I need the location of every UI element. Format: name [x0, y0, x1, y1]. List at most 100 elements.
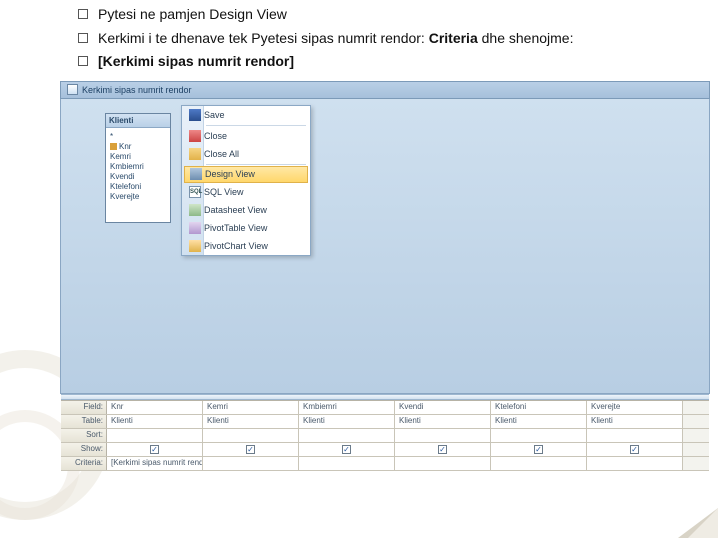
- grid-cell-criteria[interactable]: [Kerkimi sipas numrit rendor]: [107, 457, 203, 470]
- show-checkbox[interactable]: ✓: [534, 445, 543, 454]
- grid-label: Table:: [61, 415, 107, 428]
- grid-cell-sort[interactable]: [491, 429, 587, 442]
- show-checkbox[interactable]: ✓: [630, 445, 639, 454]
- grid-label: Criteria:: [61, 457, 107, 470]
- bullet-box-icon: [78, 9, 88, 19]
- grid-cell-table[interactable]: Klienti: [587, 415, 683, 428]
- grid-cell-table[interactable]: Klienti: [395, 415, 491, 428]
- grid-cell-sort[interactable]: [203, 429, 299, 442]
- bullet-box-icon: [78, 33, 88, 43]
- menu-label: Close All: [204, 149, 239, 159]
- show-checkbox[interactable]: ✓: [150, 445, 159, 454]
- grid-cell-sort[interactable]: [587, 429, 683, 442]
- bullet-text: [Kerkimi sipas numrit rendor]: [98, 53, 294, 71]
- menu-label: PivotTable View: [204, 223, 267, 233]
- datasheet-icon: [189, 204, 201, 216]
- menu-item-datasheet-view[interactable]: Datasheet View: [182, 201, 310, 219]
- fieldlist-title[interactable]: Klienti: [106, 114, 170, 128]
- grid-cell-sort[interactable]: [299, 429, 395, 442]
- menu-label: Datasheet View: [204, 205, 267, 215]
- table-fieldlist[interactable]: Klienti * Knr Kemri Kmbiemri Kvendi Ktel…: [105, 113, 171, 223]
- query-design-surface[interactable]: Klienti * Knr Kemri Kmbiemri Kvendi Ktel…: [60, 99, 710, 394]
- fieldlist-item[interactable]: Kverejte: [110, 192, 166, 201]
- fieldlist-item[interactable]: Kvendi: [110, 172, 166, 181]
- grid-cell-show[interactable]: ✓: [299, 443, 395, 456]
- query-titlebar[interactable]: Kerkimi sipas numrit rendor: [60, 81, 710, 99]
- grid-row-show: Show: ✓ ✓ ✓ ✓ ✓ ✓: [61, 443, 709, 457]
- menu-item-close[interactable]: Close: [182, 127, 310, 145]
- show-checkbox[interactable]: ✓: [342, 445, 351, 454]
- menu-item-pivotchart-view[interactable]: PivotChart View: [182, 237, 310, 255]
- bullet-text-part: dhe shenojme:: [478, 30, 574, 46]
- query-title: Kerkimi sipas numrit rendor: [82, 85, 192, 95]
- menu-item-pivottable-view[interactable]: PivotTable View: [182, 219, 310, 237]
- grid-cell-field[interactable]: Kmbiemri: [299, 401, 395, 414]
- slide-bullets: Pytesi ne pamjen Design View Kerkimi i t…: [0, 0, 720, 81]
- grid-cell-criteria[interactable]: [587, 457, 683, 470]
- design-view-icon: [190, 168, 202, 180]
- folder-icon: [189, 148, 201, 160]
- grid-cell-field[interactable]: Knr: [107, 401, 203, 414]
- fieldlist-item[interactable]: Ktelefoni: [110, 182, 166, 191]
- query-icon: [67, 84, 78, 95]
- grid-cell-sort[interactable]: [395, 429, 491, 442]
- grid-row-criteria: Criteria: [Kerkimi sipas numrit rendor]: [61, 457, 709, 471]
- save-icon: [189, 109, 201, 121]
- grid-cell-field[interactable]: Kverejte: [587, 401, 683, 414]
- menu-separator: [206, 164, 306, 165]
- menu-label: PivotChart View: [204, 241, 268, 251]
- grid-row-sort: Sort:: [61, 429, 709, 443]
- menu-item-save[interactable]: Save: [182, 106, 310, 124]
- menu-separator: [206, 125, 306, 126]
- grid-cell-field[interactable]: Kemri: [203, 401, 299, 414]
- grid-label: Show:: [61, 443, 107, 456]
- fieldlist-item[interactable]: Kemri: [110, 152, 166, 161]
- grid-cell-criteria[interactable]: [299, 457, 395, 470]
- menu-label: SQL View: [204, 187, 244, 197]
- fieldlist-star[interactable]: *: [110, 132, 166, 141]
- grid-cell-table[interactable]: Klienti: [203, 415, 299, 428]
- menu-item-design-view[interactable]: Design View: [184, 166, 308, 183]
- bullet-box-icon: [78, 56, 88, 66]
- fieldlist-body: * Knr Kemri Kmbiemri Kvendi Ktelefoni Kv…: [106, 128, 170, 205]
- grid-cell-show[interactable]: ✓: [395, 443, 491, 456]
- grid-row-table: Table: Klienti Klienti Klienti Klienti K…: [61, 415, 709, 429]
- grid-label: Field:: [61, 401, 107, 414]
- pivotchart-icon: [189, 240, 201, 252]
- bullet-text-bold: Criteria: [429, 30, 478, 46]
- grid-cell-field[interactable]: Ktelefoni: [491, 401, 587, 414]
- grid-cell-show[interactable]: ✓: [203, 443, 299, 456]
- pagecurl-decoration: [678, 508, 718, 538]
- menu-item-sql-view[interactable]: SQLSQL View: [182, 183, 310, 201]
- query-grid: Field: Knr Kemri Kmbiemri Kvendi Ktelefo…: [61, 400, 709, 471]
- bullet-text: Kerkimi i te dhenave tek Pyetesi sipas n…: [98, 30, 573, 48]
- pivottable-icon: [189, 222, 201, 234]
- primarykey-icon: [110, 143, 117, 150]
- grid-cell-criteria[interactable]: [491, 457, 587, 470]
- context-menu: Save Close Close All Design View SQLSQL …: [181, 105, 311, 256]
- grid-cell-table[interactable]: Klienti: [107, 415, 203, 428]
- grid-cell-criteria[interactable]: [395, 457, 491, 470]
- grid-cell-criteria[interactable]: [203, 457, 299, 470]
- grid-cell-show[interactable]: ✓: [587, 443, 683, 456]
- menu-label: Close: [204, 131, 227, 141]
- grid-cell-field[interactable]: Kvendi: [395, 401, 491, 414]
- grid-label: Sort:: [61, 429, 107, 442]
- grid-cell-table[interactable]: Klienti: [299, 415, 395, 428]
- grid-cell-show[interactable]: ✓: [491, 443, 587, 456]
- grid-cell-table[interactable]: Klienti: [491, 415, 587, 428]
- menu-label: Save: [204, 110, 225, 120]
- show-checkbox[interactable]: ✓: [246, 445, 255, 454]
- bullet-text-part: Kerkimi i te dhenave tek Pyetesi sipas n…: [98, 30, 429, 46]
- show-checkbox[interactable]: ✓: [438, 445, 447, 454]
- sql-icon: SQL: [189, 186, 201, 198]
- grid-row-field: Field: Knr Kemri Kmbiemri Kvendi Ktelefo…: [61, 401, 709, 415]
- fieldlist-label: Knr: [119, 142, 131, 151]
- close-icon: [189, 130, 201, 142]
- bullet-text: Pytesi ne pamjen Design View: [98, 6, 287, 24]
- grid-cell-show[interactable]: ✓: [107, 443, 203, 456]
- fieldlist-item[interactable]: Kmbiemri: [110, 162, 166, 171]
- menu-item-close-all[interactable]: Close All: [182, 145, 310, 163]
- fieldlist-item[interactable]: Knr: [110, 142, 166, 151]
- grid-cell-sort[interactable]: [107, 429, 203, 442]
